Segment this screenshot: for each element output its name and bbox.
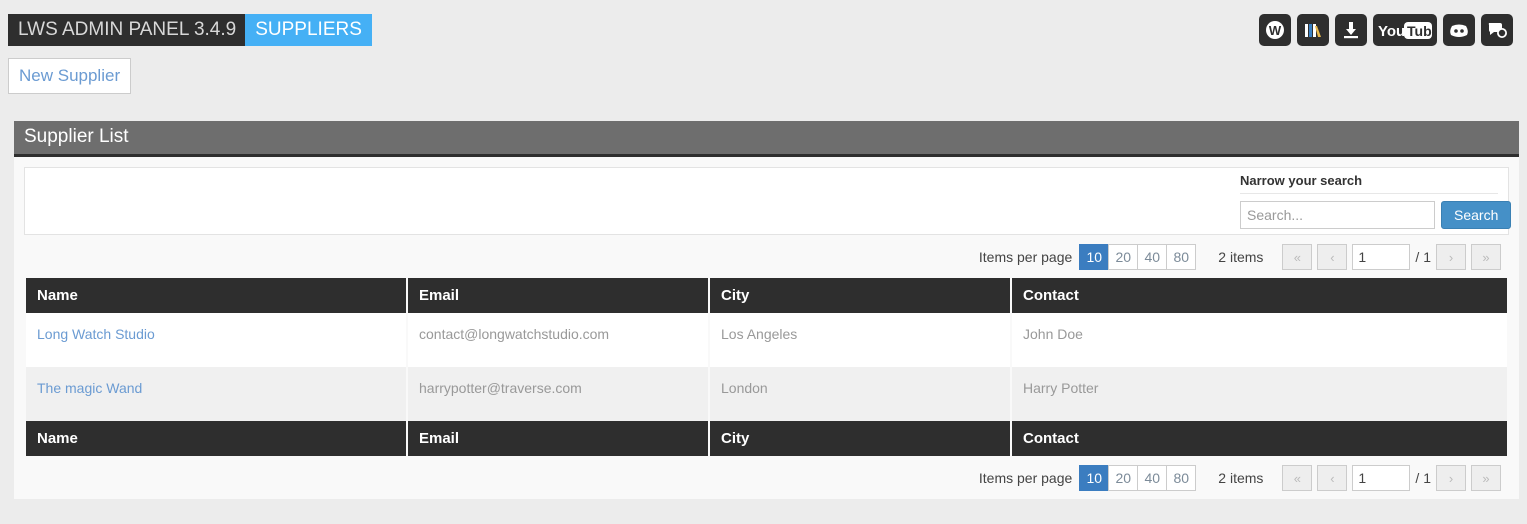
search-button[interactable]: Search xyxy=(1441,201,1512,229)
column-header-city[interactable]: City xyxy=(710,278,1010,313)
page-total: / 1 xyxy=(1415,470,1431,486)
page-number-input[interactable] xyxy=(1352,465,1411,491)
items-per-page-20[interactable]: 20 xyxy=(1108,244,1139,270)
cell-name: Long Watch Studio xyxy=(26,313,406,367)
next-page-button[interactable]: › xyxy=(1436,465,1466,491)
items-per-page-10[interactable]: 10 xyxy=(1079,244,1110,270)
items-count: 2 items xyxy=(1218,249,1264,265)
cell-contact: Harry Potter xyxy=(1012,367,1507,421)
pagination-bottom: Items per page 10 20 40 80 2 items « ‹ /… xyxy=(24,456,1509,499)
cell-city: Los Angeles xyxy=(710,313,1010,367)
items-per-page-10[interactable]: 10 xyxy=(1079,465,1110,491)
next-page-button[interactable]: › xyxy=(1436,244,1466,270)
search-panel: Narrow your search Search xyxy=(24,167,1512,235)
action-bar: New Supplier xyxy=(0,58,1527,94)
page-total: / 1 xyxy=(1415,249,1431,265)
last-page-button[interactable]: » xyxy=(1471,244,1501,270)
supplier-list-panel: Supplier List Narrow your search Search … xyxy=(14,121,1519,499)
top-bar: LWS ADMIN PANEL 3.4.9 SUPPLIERS W You Tu… xyxy=(0,0,1527,58)
suppliers-table: Name Email City Contact Long Watch Studi… xyxy=(24,278,1509,456)
first-page-button[interactable]: « xyxy=(1282,244,1313,270)
discord-icon[interactable] xyxy=(1443,14,1475,46)
last-page-button[interactable]: » xyxy=(1471,465,1501,491)
cell-email: harrypotter@traverse.com xyxy=(408,367,708,421)
wiki-icon[interactable]: W xyxy=(1259,14,1291,46)
library-icon[interactable] xyxy=(1297,14,1329,46)
items-per-page-80[interactable]: 80 xyxy=(1166,244,1197,270)
column-footer-name[interactable]: Name xyxy=(26,421,406,456)
panel-title: Supplier List xyxy=(14,121,1519,157)
panel-body: Narrow your search Search Items per page… xyxy=(14,157,1519,499)
icon-toolbar: W You Tube xyxy=(1259,14,1513,46)
cell-email: contact@longwatchstudio.com xyxy=(408,313,708,367)
column-footer-email[interactable]: Email xyxy=(408,421,708,456)
chat-icon[interactable] xyxy=(1481,14,1513,46)
svg-text:You: You xyxy=(1378,23,1405,40)
table-footer-row: Name Email City Contact xyxy=(26,421,1507,456)
column-header-name[interactable]: Name xyxy=(26,278,406,313)
first-page-button[interactable]: « xyxy=(1282,465,1313,491)
supplier-link[interactable]: The magic Wand xyxy=(37,380,142,396)
table-header-row: Name Email City Contact xyxy=(26,278,1507,313)
cell-name: The magic Wand xyxy=(26,367,406,421)
column-header-email[interactable]: Email xyxy=(408,278,708,313)
svg-text:W: W xyxy=(1269,23,1282,38)
page-number-input[interactable] xyxy=(1352,244,1411,270)
prev-page-button[interactable]: ‹ xyxy=(1317,465,1348,491)
narrow-search-label: Narrow your search xyxy=(1240,173,1498,194)
section-title: SUPPLIERS xyxy=(245,14,372,46)
column-header-contact[interactable]: Contact xyxy=(1012,278,1507,313)
pagination-top: Items per page 10 20 40 80 2 items « ‹ /… xyxy=(24,235,1509,278)
cell-contact: John Doe xyxy=(1012,313,1507,367)
items-per-page-80[interactable]: 80 xyxy=(1166,465,1197,491)
column-footer-contact[interactable]: Contact xyxy=(1012,421,1507,456)
table-row: Long Watch Studio contact@longwatchstudi… xyxy=(26,313,1507,367)
narrow-search-group: Narrow your search Search xyxy=(1240,173,1512,229)
items-per-page-20[interactable]: 20 xyxy=(1108,465,1139,491)
cell-city: London xyxy=(710,367,1010,421)
search-input[interactable] xyxy=(1240,201,1435,229)
items-per-page-label: Items per page xyxy=(978,470,1073,486)
prev-page-button[interactable]: ‹ xyxy=(1317,244,1348,270)
items-count: 2 items xyxy=(1218,470,1264,486)
items-per-page-label: Items per page xyxy=(978,249,1073,265)
youtube-icon[interactable]: You Tube xyxy=(1373,14,1437,46)
items-per-page-40[interactable]: 40 xyxy=(1137,465,1168,491)
svg-text:Tube: Tube xyxy=(1407,23,1434,39)
supplier-link[interactable]: Long Watch Studio xyxy=(37,326,155,342)
app-title: LWS ADMIN PANEL 3.4.9 xyxy=(8,14,246,46)
table-row: The magic Wand harrypotter@traverse.com … xyxy=(26,367,1507,421)
items-per-page-40[interactable]: 40 xyxy=(1137,244,1168,270)
new-supplier-button[interactable]: New Supplier xyxy=(8,58,132,94)
column-footer-city[interactable]: City xyxy=(710,421,1010,456)
download-icon[interactable] xyxy=(1335,14,1367,46)
brand: LWS ADMIN PANEL 3.4.9 SUPPLIERS xyxy=(8,14,372,46)
